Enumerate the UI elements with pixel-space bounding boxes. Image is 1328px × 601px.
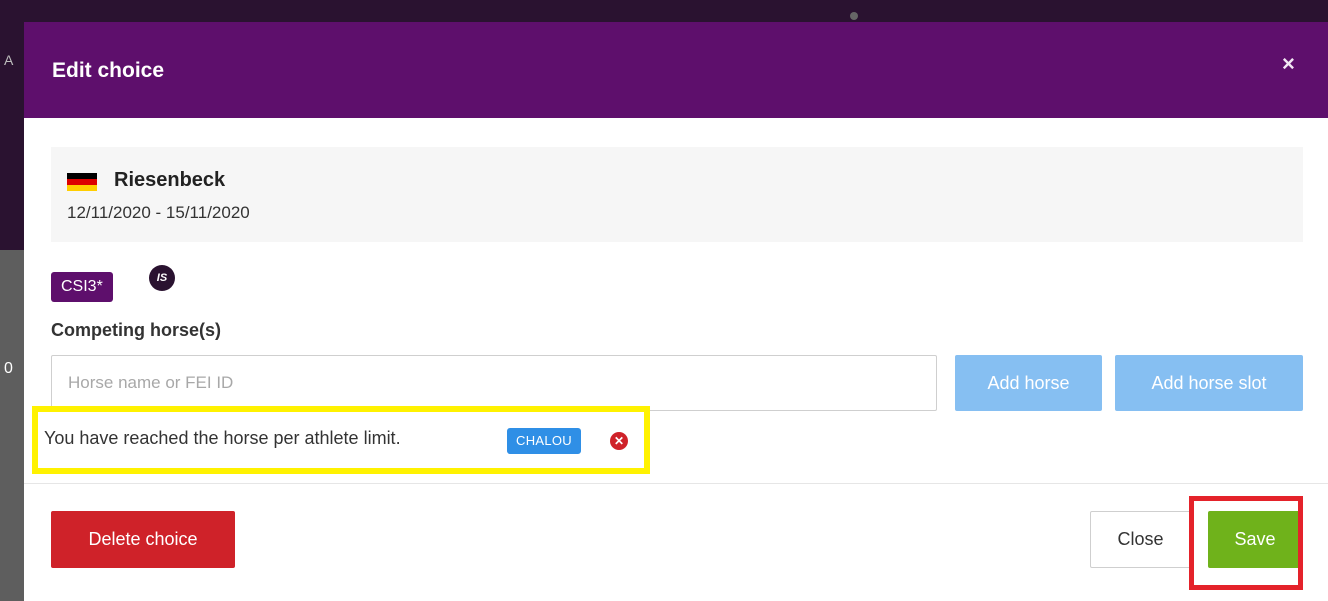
competing-horses-label: Competing horse(s) — [51, 320, 222, 340]
event-summary: Riesenbeck 12/11/2020 - 15/11/2020 — [51, 147, 1303, 242]
background-dot — [850, 12, 858, 20]
background-text-fragment: A — [4, 52, 14, 68]
close-icon[interactable]: × — [1282, 52, 1295, 76]
competition-badge: CSI3* — [51, 272, 113, 302]
background-text-fragment: 0 — [4, 360, 13, 377]
delete-choice-button[interactable]: Delete choice — [51, 511, 235, 568]
save-highlight-annotation — [1189, 496, 1303, 590]
germany-flag-icon — [67, 173, 97, 191]
flag-stripe-gold — [67, 185, 97, 191]
modal-header: Edit choice × — [24, 22, 1328, 118]
event-dates: 12/11/2020 - 15/11/2020 — [67, 203, 250, 222]
limit-highlight-annotation — [32, 406, 650, 474]
add-horse-slot-button[interactable]: Add horse slot — [1115, 355, 1303, 411]
modal-title: Edit choice — [52, 59, 165, 82]
add-horse-button[interactable]: Add horse — [955, 355, 1102, 411]
horse-search-input[interactable] — [51, 355, 937, 411]
is-icon: IS — [149, 265, 175, 291]
footer-divider — [24, 483, 1328, 484]
edit-choice-modal: Edit choice × Riesenbeck 12/11/2020 - 15… — [24, 22, 1328, 601]
close-button[interactable]: Close — [1090, 511, 1191, 568]
event-name: Riesenbeck — [114, 169, 226, 191]
